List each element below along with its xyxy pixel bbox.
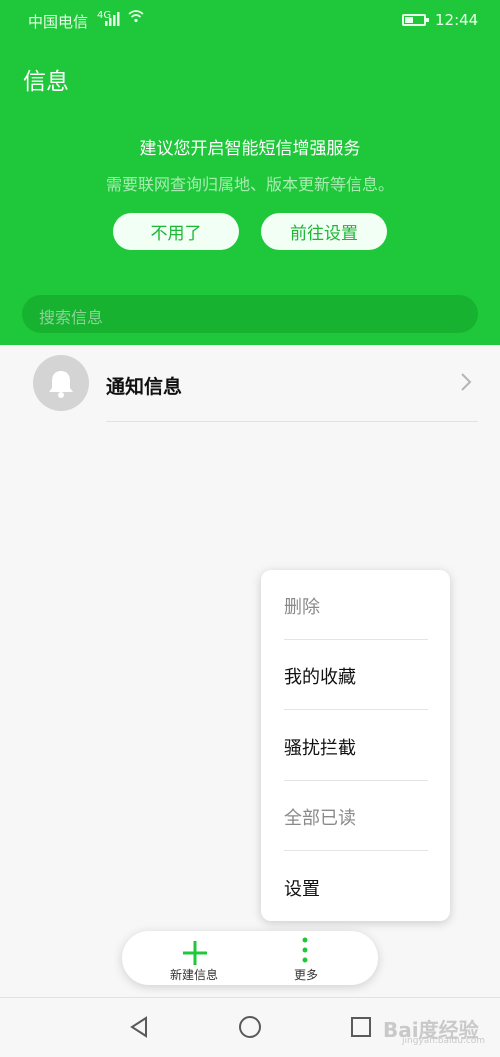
battery-icon	[402, 14, 429, 26]
carrier-name: 中国电信	[28, 13, 89, 31]
home-icon[interactable]	[238, 1015, 262, 1039]
watermark-url: jingyan.baidu.com	[402, 1036, 486, 1046]
menu-item-delete[interactable]: 删除	[284, 593, 320, 619]
conversation-item-notifications[interactable]: 通知信息	[0, 350, 500, 422]
promo-subtitle: 需要联网查询归属地、版本更新等信息。	[105, 175, 394, 194]
chevron-right-icon	[460, 372, 472, 397]
menu-divider	[284, 709, 428, 710]
signal-icon	[105, 12, 120, 26]
bottom-action-bar: 新建信息 更多	[122, 931, 378, 985]
clock: 12:44	[435, 11, 479, 29]
decline-button[interactable]: 不用了	[113, 213, 239, 250]
new-message-label: 新建信息	[170, 968, 219, 982]
new-message-button[interactable]: 新建信息	[168, 935, 224, 985]
search-input[interactable]: 搜索信息	[22, 295, 478, 333]
recents-icon[interactable]	[350, 1016, 372, 1038]
search-placeholder: 搜索信息	[39, 308, 104, 327]
menu-divider	[284, 780, 428, 781]
avatar	[33, 355, 89, 411]
more-button[interactable]: 更多	[282, 935, 330, 985]
conversation-title: 通知信息	[106, 376, 183, 398]
divider	[106, 421, 478, 422]
status-bar: 中国电信 4G 12:44	[0, 0, 500, 42]
more-label: 更多	[294, 968, 319, 982]
go-to-settings-button[interactable]: 前往设置	[261, 213, 387, 250]
menu-divider	[284, 639, 428, 640]
page-title: 信息	[23, 69, 69, 95]
bell-icon	[49, 371, 73, 398]
more-vertical-icon	[302, 937, 308, 963]
menu-divider	[284, 850, 428, 851]
back-icon[interactable]	[127, 1015, 151, 1039]
overflow-menu: 删除 我的收藏 骚扰拦截 全部已读 设置	[261, 570, 450, 921]
plus-icon	[183, 941, 207, 965]
promo-title: 建议您开启智能短信增强服务	[139, 139, 361, 159]
menu-item-favorites[interactable]: 我的收藏	[284, 663, 356, 689]
wifi-icon	[128, 10, 144, 23]
menu-item-settings[interactable]: 设置	[284, 875, 320, 901]
menu-item-mark-all-read[interactable]: 全部已读	[284, 804, 356, 830]
menu-item-spam-block[interactable]: 骚扰拦截	[284, 734, 356, 760]
system-nav-bar: Bai度经验 jingyan.baidu.com	[0, 997, 500, 1057]
battery-level	[405, 17, 413, 23]
